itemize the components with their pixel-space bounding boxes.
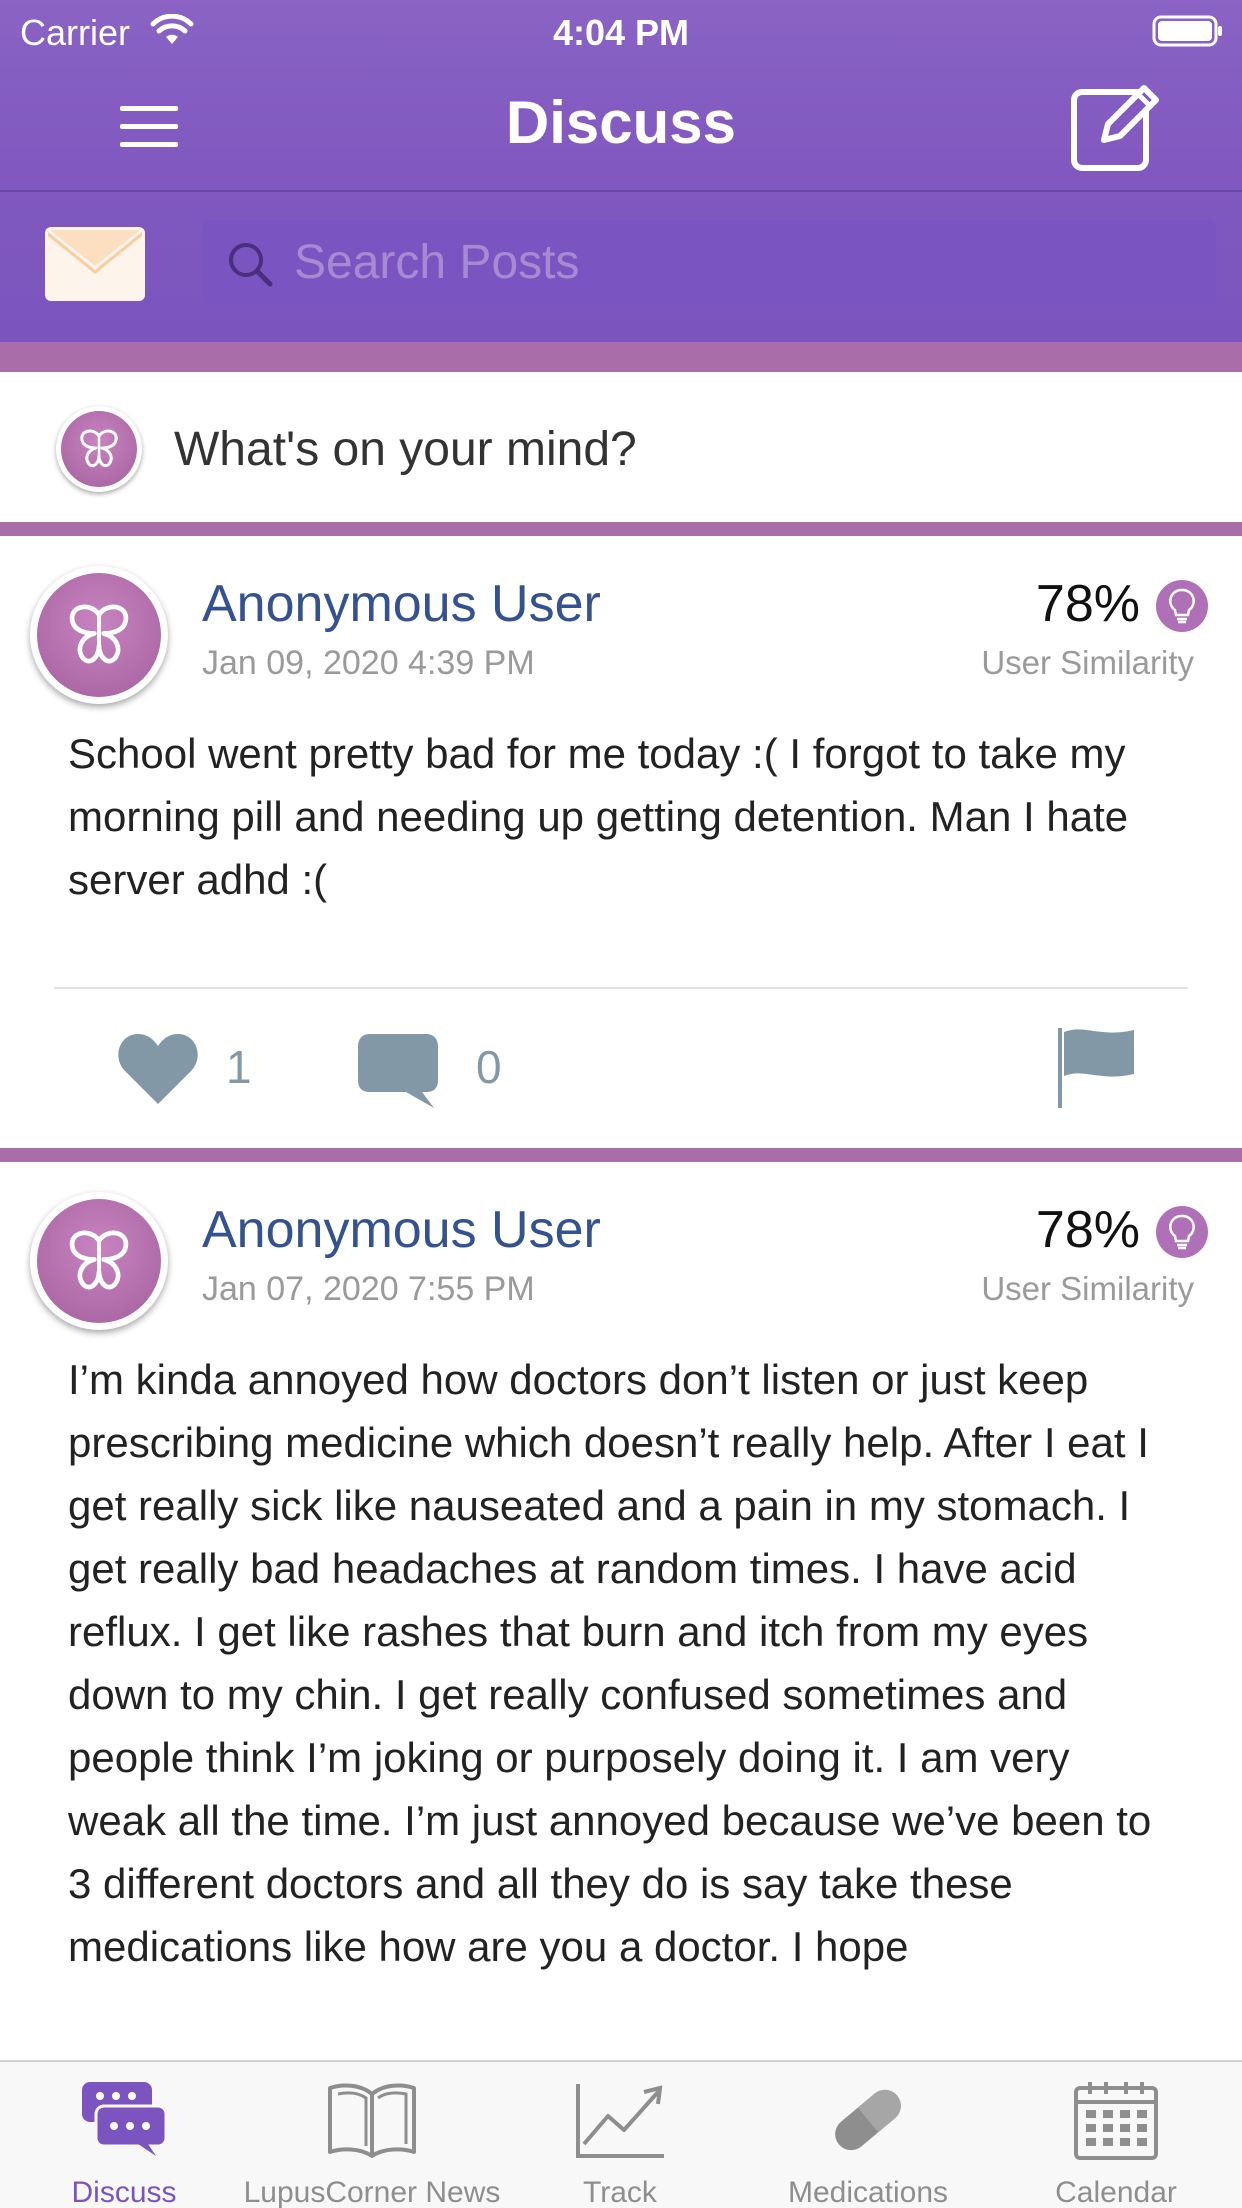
- tab-calendar[interactable]: Calendar: [992, 2062, 1240, 2208]
- butterfly-icon: [69, 1230, 129, 1290]
- tab-label: Medications: [787, 2176, 949, 2208]
- butterfly-icon: [80, 429, 118, 468]
- section-divider: [0, 522, 1242, 536]
- composer-prompt: What's on your mind?: [174, 423, 637, 476]
- post-body[interactable]: School went pretty bad for me today :( I…: [68, 722, 1178, 911]
- book-icon: [328, 2083, 416, 2158]
- avatar: [56, 406, 142, 492]
- similarity-label: User Similarity: [981, 1270, 1194, 1307]
- battery-icon: [1152, 15, 1222, 47]
- avatar[interactable]: [30, 566, 168, 704]
- similarity-percent: 78%: [1035, 575, 1140, 633]
- mail-icon[interactable]: [44, 226, 146, 302]
- compose-icon[interactable]: [1068, 78, 1164, 174]
- tab-label: LupusCorner News: [243, 2176, 501, 2208]
- header-area: Carrier 4:04 PM Discuss: [0, 0, 1242, 342]
- page-title: Discuss: [505, 89, 737, 156]
- post-timestamp: Jan 09, 2020 4:39 PM: [202, 644, 535, 682]
- tab-lupuscorner-news[interactable]: LupusCorner News: [244, 2062, 500, 2208]
- lightbulb-icon: [1156, 580, 1208, 632]
- post-card: Anonymous User Jan 09, 2020 4:39 PM 78% …: [0, 536, 1242, 1148]
- calendar-icon: [1074, 2082, 1158, 2160]
- post-timestamp: Jan 07, 2020 7:55 PM: [202, 1270, 535, 1308]
- post-composer[interactable]: What's on your mind?: [0, 372, 1242, 522]
- post-body[interactable]: I’m kinda annoyed how doctors don’t list…: [68, 1348, 1178, 1978]
- like-count: 1: [226, 1041, 252, 1093]
- similarity-percent: 78%: [1035, 1201, 1140, 1259]
- pill-icon: [835, 2089, 901, 2151]
- tab-track[interactable]: Track: [496, 2062, 744, 2208]
- butterfly-icon: [69, 604, 129, 664]
- similarity-label: User Similarity: [981, 644, 1194, 681]
- post-author[interactable]: Anonymous User: [202, 1200, 601, 1260]
- tab-label: Discuss: [71, 2176, 177, 2208]
- section-divider: [0, 342, 1242, 372]
- comment-count: 0: [476, 1041, 502, 1093]
- status-bar: Carrier 4:04 PM: [0, 0, 1242, 62]
- tab-discuss[interactable]: Discuss: [0, 2062, 248, 2208]
- search-input[interactable]: [294, 220, 1194, 304]
- post-card: Anonymous User Jan 07, 2020 7:55 PM 78% …: [0, 1162, 1242, 2060]
- flag-icon[interactable]: [1056, 1024, 1136, 1110]
- search-icon: [229, 243, 273, 287]
- avatar[interactable]: [30, 1192, 168, 1330]
- tab-bar: Discuss LupusCorner News Track Medicatio…: [0, 2060, 1242, 2208]
- tab-label: Track: [583, 2176, 657, 2208]
- lightbulb-icon: [1156, 1206, 1208, 1258]
- heart-icon[interactable]: [116, 1030, 200, 1106]
- post-author[interactable]: Anonymous User: [202, 574, 601, 634]
- chart-line-icon: [576, 2084, 664, 2158]
- tab-medications[interactable]: Medications: [744, 2062, 992, 2208]
- search-bar[interactable]: [202, 220, 1216, 304]
- chat-bubbles-icon: [82, 2082, 168, 2156]
- tab-label: Calendar: [1055, 2176, 1177, 2208]
- status-time: 4:04 PM: [552, 12, 690, 53]
- navigation-bar: Discuss: [0, 62, 1242, 190]
- search-row: [0, 192, 1242, 342]
- section-divider: [0, 1148, 1242, 1162]
- action-divider: [54, 987, 1188, 989]
- comment-icon[interactable]: [356, 1030, 440, 1110]
